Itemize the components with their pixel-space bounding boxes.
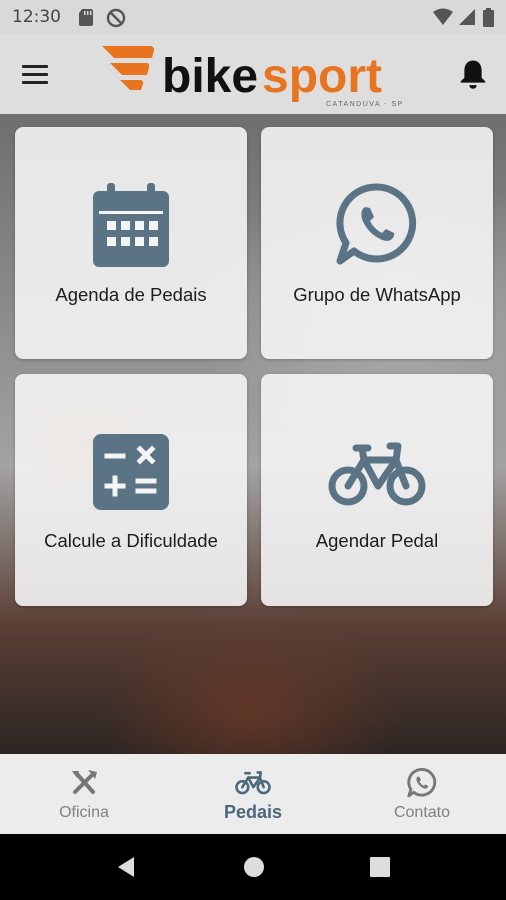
- bicycle-icon: [328, 442, 426, 506]
- tools-icon: [72, 770, 97, 794]
- recents-icon[interactable]: [370, 857, 390, 877]
- card-label: Agendar Pedal: [315, 530, 439, 551]
- whatsapp-icon: [336, 183, 417, 265]
- nav-item-oficina[interactable]: Oficina: [0, 754, 168, 834]
- menu-icon-line: [22, 80, 48, 84]
- home-icon[interactable]: [243, 856, 265, 878]
- nav-item-contato[interactable]: Contato: [338, 754, 506, 834]
- nav-item-pedais[interactable]: Pedais: [169, 754, 337, 834]
- app-bar: bike sport CATANDUVA - SP: [0, 34, 506, 114]
- no-disturb-icon: [106, 8, 126, 28]
- status-bar: 12:30: [0, 0, 506, 34]
- logo-subtitle: CATANDUVA - SP: [326, 101, 404, 108]
- card-calcule-a-dificuldade[interactable]: Calcule a Dificuldade: [15, 374, 247, 606]
- card-agendar-pedal[interactable]: Agendar Pedal: [261, 374, 493, 606]
- logo-swoosh-icon: [102, 46, 154, 90]
- wifi-icon: [433, 8, 453, 25]
- logo-text-bike: bike: [162, 50, 258, 103]
- signal-icon: [459, 9, 475, 25]
- menu-icon-line: [22, 72, 48, 76]
- bottom-navigation: Oficina Pedais Contato: [0, 754, 506, 834]
- nav-label: Pedais: [223, 802, 283, 822]
- calendar-icon: [93, 183, 169, 267]
- sd-card-icon: [79, 9, 93, 26]
- card-label: Agenda de Pedais: [55, 284, 207, 305]
- calculator-icon: [93, 434, 169, 510]
- bikesport-logo: bike sport CATANDUVA - SP: [102, 46, 404, 108]
- status-time: 12:30: [12, 7, 61, 27]
- bell-icon[interactable]: [458, 58, 488, 90]
- system-navigation-bar: [0, 834, 506, 900]
- nav-label: Oficina: [59, 804, 109, 821]
- nav-label: Contato: [393, 804, 451, 821]
- battery-icon: [483, 8, 494, 27]
- card-agenda-de-pedais[interactable]: Agenda de Pedais: [15, 127, 247, 359]
- back-icon[interactable]: [116, 856, 136, 878]
- card-label: Calcule a Dificuldade: [44, 530, 218, 551]
- card-grupo-de-whatsapp[interactable]: Grupo de WhatsApp: [261, 127, 493, 359]
- menu-button[interactable]: [22, 56, 58, 92]
- whatsapp-icon: [407, 768, 437, 798]
- logo-text-sport: sport: [262, 50, 382, 103]
- background-photo: Agenda de Pedais Grupo de WhatsApp Calcu…: [0, 114, 506, 754]
- bicycle-icon: [235, 771, 271, 795]
- menu-icon-line: [22, 64, 48, 68]
- card-label: Grupo de WhatsApp: [293, 284, 461, 305]
